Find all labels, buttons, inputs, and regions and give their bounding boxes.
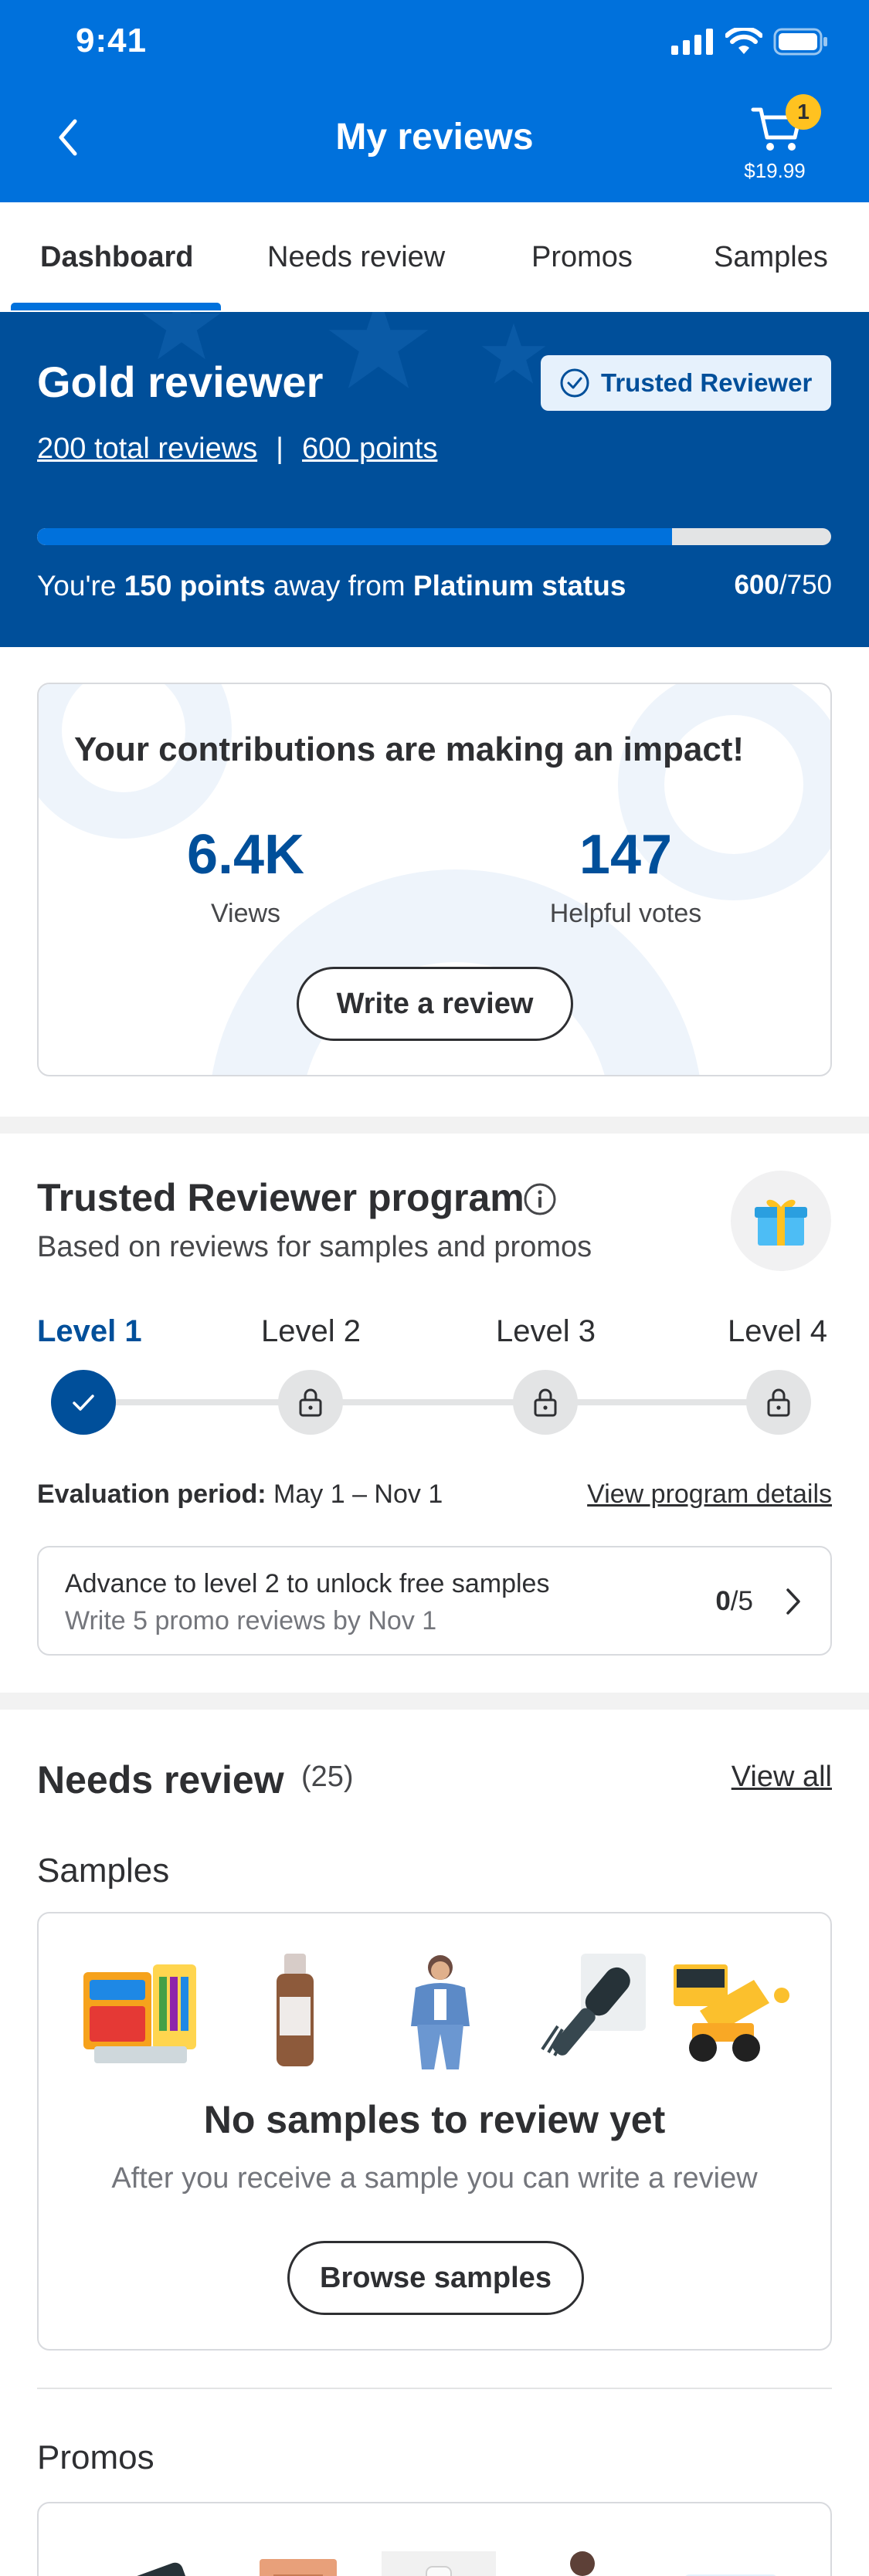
view-all-link[interactable]: View all [732,1761,832,1794]
trusted-reviewer-label: Trusted Reviewer [601,368,813,397]
chevron-right-icon [786,1588,800,1615]
write-review-button[interactable]: Write a review [297,967,573,1041]
samples-empty-card: No samples to review yet After you recei… [37,1912,832,2351]
review-stats-links: 200 total reviews | 600 points [37,432,437,466]
views-caption: Views [210,899,281,928]
evaluation-label: Evaluation period: [37,1480,266,1509]
program-title: Trusted Reviewer program [37,1176,524,1219]
evaluation-period: Evaluation period: May 1 – Nov 1 [37,1480,443,1510]
promos-card [37,2502,832,2576]
tab-samples[interactable]: Samples [714,241,828,274]
impact-card: Your contributions are making an impact!… [37,683,832,1076]
crafts-kit-thumbnail [83,1964,196,2063]
needs-review-title: Needs review [37,1758,284,1802]
needs-review-count: (25) [301,1761,354,1793]
status-icons [671,25,829,59]
toy-dump-truck-thumbnail [674,1964,789,2062]
level-4-node [746,1370,811,1435]
app-header: 9:41 My reviews 1 $19.99 [0,0,869,202]
promos-label: Promos [37,2439,154,2476]
active-tab-indicator [11,303,221,310]
empty-samples-subtitle: After you receive a sample you can write… [111,2162,758,2195]
signal-icon [671,28,715,59]
cart-count-badge: 1 [786,94,821,130]
power-bank-thumbnail [94,2562,194,2576]
nav-bar: My reviews 1 $19.99 [0,91,869,184]
section-divider [0,1117,869,1134]
status-time: 9:41 [76,22,148,59]
cart-total: $19.99 [744,159,806,182]
status-bar: 9:41 [0,0,869,85]
empty-samples-title: No samples to review yet [203,2098,666,2141]
links-separator: | [276,432,284,465]
paper-bag-thumbnail [260,2559,337,2576]
progress-message-mid: away from [265,570,413,602]
views-stat: 6.4K Helpful votes Views [130,823,362,929]
evaluation-dates: May 1 – Nov 1 [266,1480,443,1509]
helpful-votes-value: 147 [579,824,673,886]
tab-dashboard[interactable]: Dashboard [40,241,193,274]
goal-points: /750 [779,570,832,600]
browse-samples-button[interactable]: Browse samples [287,2241,584,2315]
level-4-label: Level 4 [728,1314,827,1348]
check-circle-icon [560,368,589,398]
advance-subtitle: Write 5 promo reviews by Nov 1 [65,1606,437,1635]
view-program-details-link[interactable]: View program details [587,1480,832,1510]
lock-icon [299,1388,322,1417]
tab-promos[interactable]: Promos [531,241,633,274]
gift-icon [755,1199,807,1246]
progress-message: You're 150 points away from Platinum sta… [37,570,626,602]
level-3-node [513,1370,578,1435]
decorative-star-icon [328,312,429,388]
promo-review-done: 0 [715,1586,731,1616]
cart-button[interactable]: 1 $19.99 [721,94,829,185]
points-away: 150 points [124,570,266,602]
reviewer-status-banner: Gold reviewer Trusted Reviewer 200 total… [0,312,869,647]
level-3-label: Level 3 [496,1314,596,1348]
level-2-node [278,1370,343,1435]
brown-shirt-thumbnail [570,2551,595,2576]
promo-review-goal: /5 [730,1586,753,1616]
white-bottle-thumbnail [382,2551,496,2576]
level-1-label: Level 1 [37,1314,142,1348]
views-value: 6.4K [186,824,305,886]
advance-title: Advance to level 2 to unlock free sample… [65,1569,550,1598]
hair-dryer-brush-thumbnail [541,1954,646,2056]
serum-bottle-thumbnail [277,1954,314,2066]
total-reviews-link[interactable]: 200 total reviews [37,432,257,466]
samples-label: Samples [37,1852,170,1890]
wifi-icon [725,25,763,59]
points-progress-count: 600/750 [734,570,832,601]
level-1-node [51,1370,116,1435]
promo-review-count: 0/5 [715,1586,753,1617]
points-link[interactable]: 600 points [302,432,437,466]
level-track [83,1399,779,1405]
tab-needs-review[interactable]: Needs review [267,241,445,274]
helpful-votes-label: Helpful votes [549,899,702,928]
status-progress-bar [37,528,831,545]
level-2-label: Level 2 [261,1314,361,1348]
check-icon [73,1395,94,1411]
battery-icon [773,28,829,59]
section-divider [0,1693,869,1710]
section-divider [37,2388,832,2389]
progress-message-pre: You're [37,570,124,602]
lock-icon [767,1388,790,1417]
program-subtitle: Based on reviews for samples and promos [37,1231,592,1263]
gift-badge [731,1171,831,1271]
current-points: 600 [734,570,779,600]
denim-outfit-thumbnail [411,1955,470,2069]
blue-box-thumbnail [685,2574,776,2576]
reviewer-tier-title: Gold reviewer [37,358,324,406]
status-progress-fill [37,528,673,545]
helpful-votes-stat: 147 Helpful votes [510,823,742,929]
next-tier: Platinum status [412,570,626,602]
info-icon[interactable] [522,1181,558,1217]
trusted-reviewer-badge: Trusted Reviewer [541,355,831,411]
tab-bar: Dashboard Needs review Promos Samples [0,202,869,312]
advance-level-card[interactable]: Advance to level 2 to unlock free sample… [37,1546,832,1656]
decorative-star-icon [481,323,546,384]
lock-icon [534,1388,557,1417]
impact-title: Your contributions are making an impact! [74,730,745,768]
